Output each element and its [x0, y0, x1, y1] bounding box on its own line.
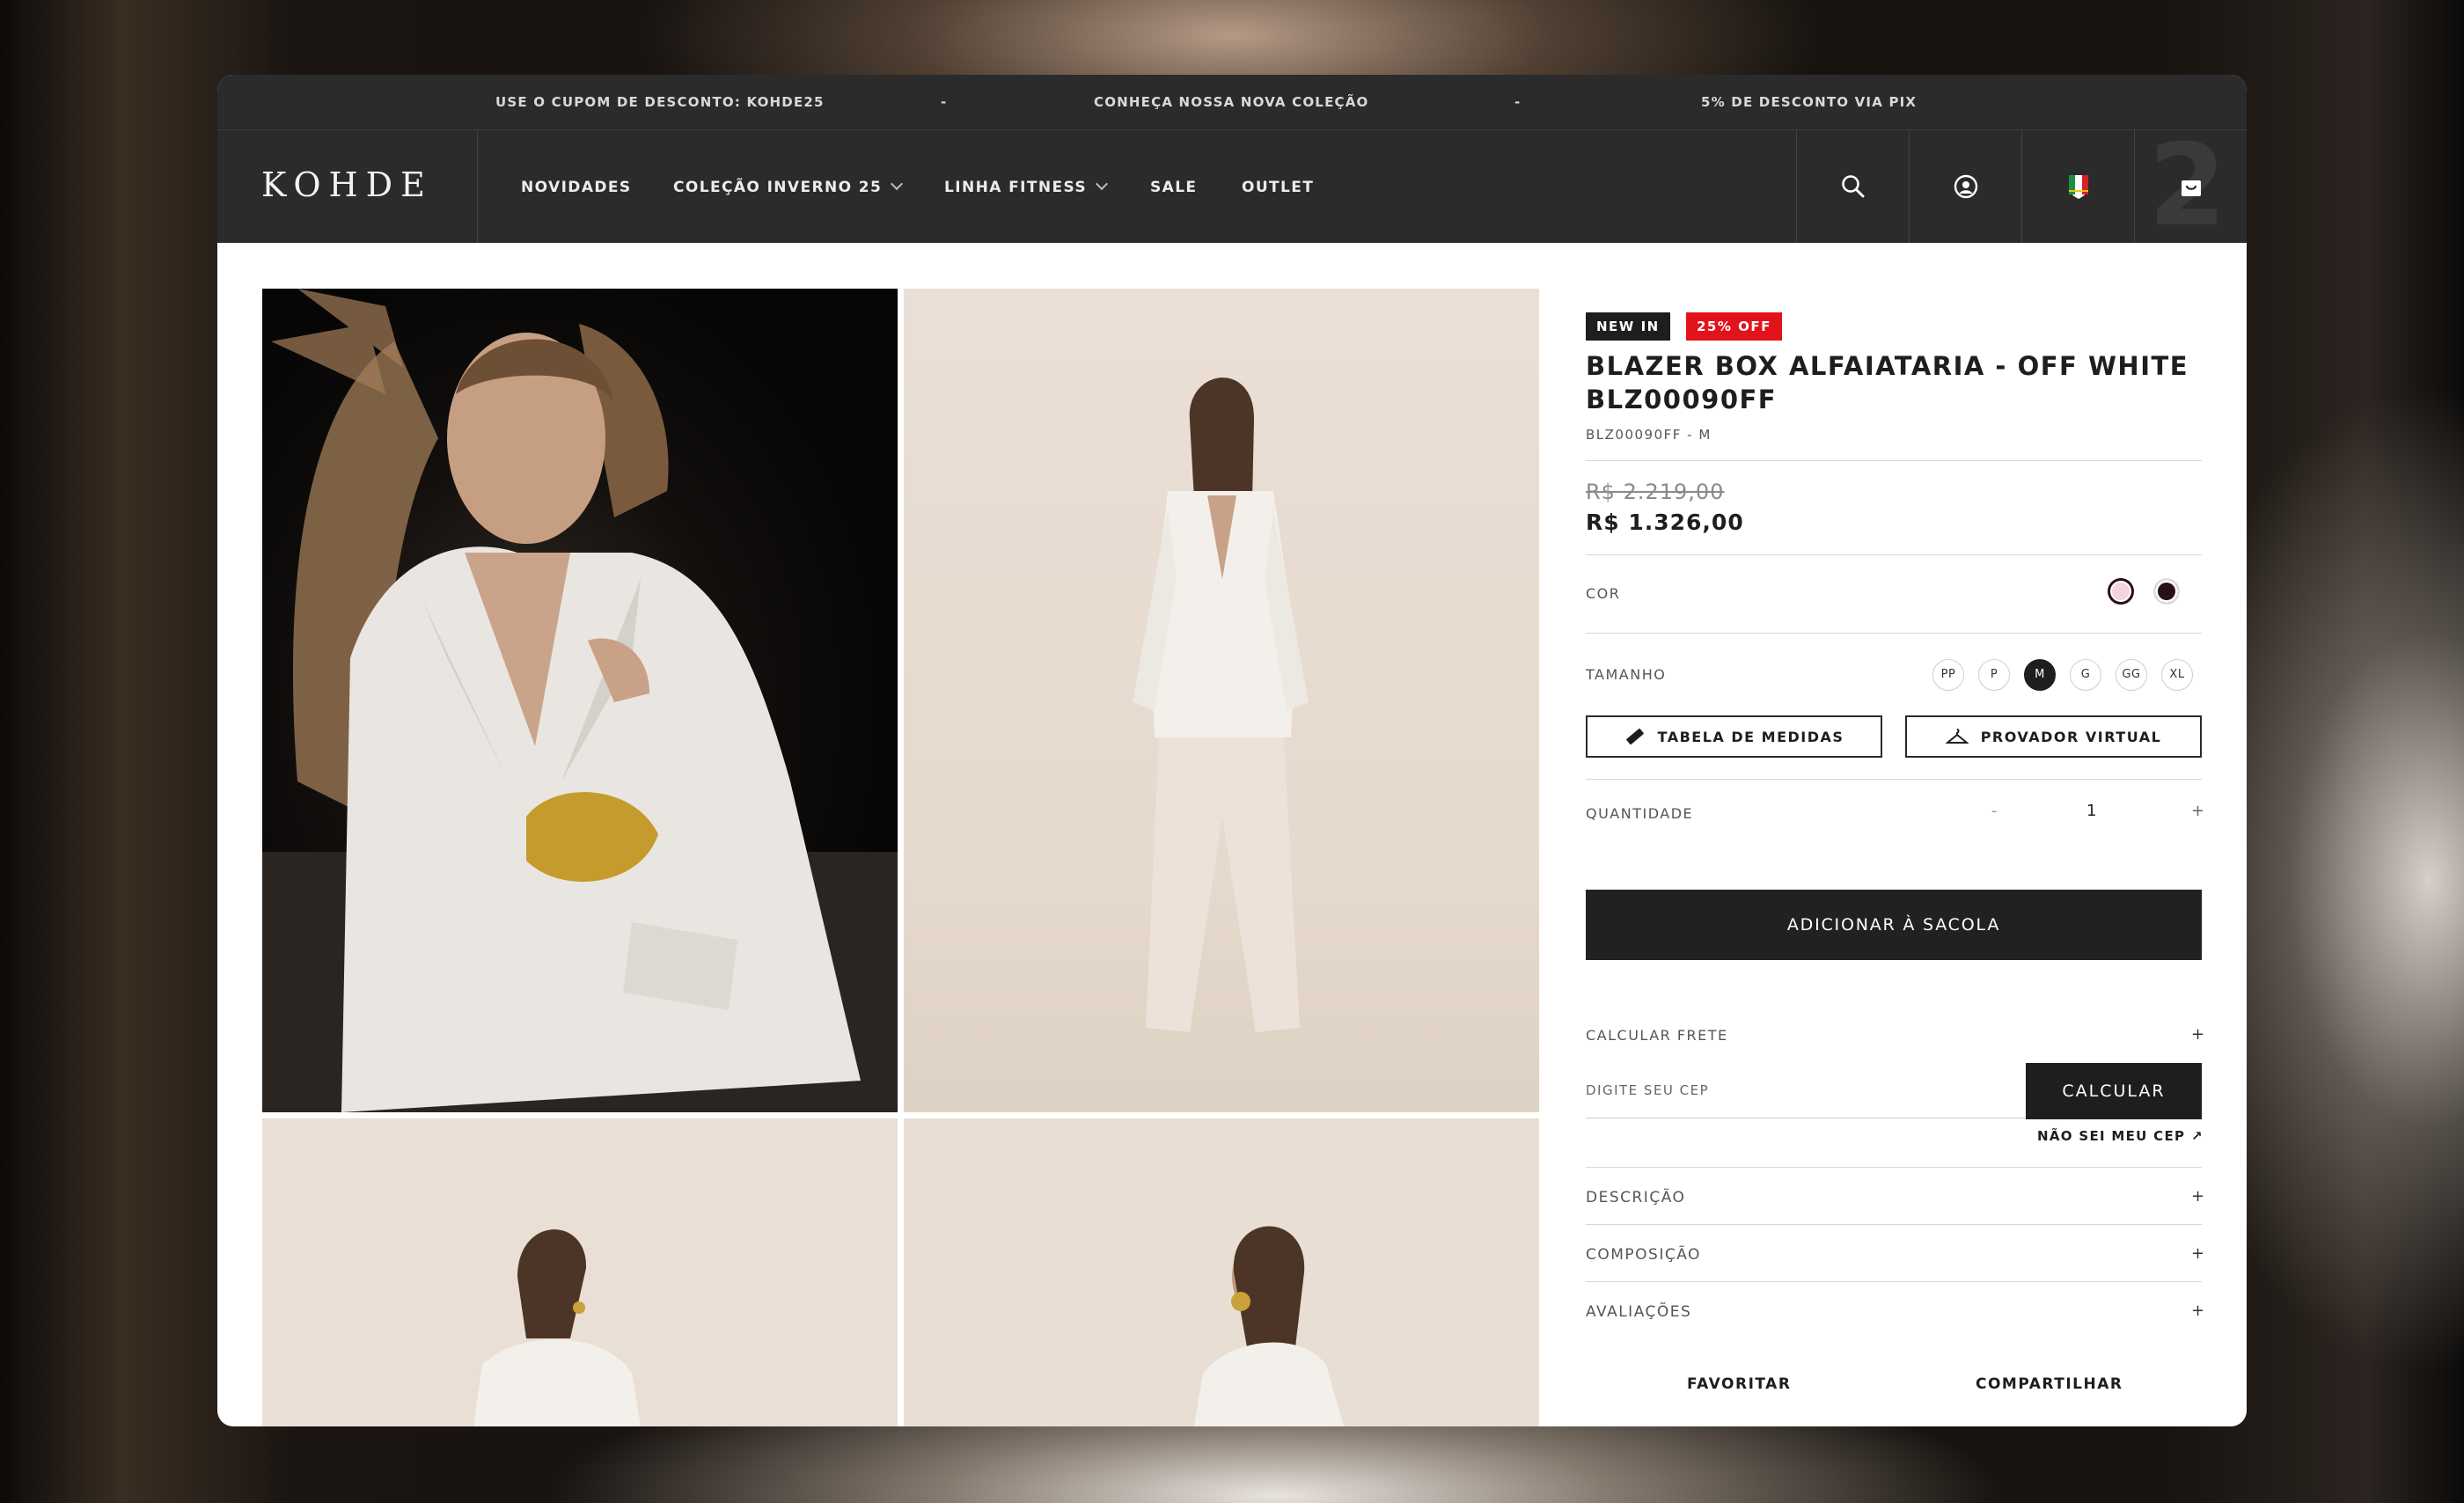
model-photo-illustration: [473, 1229, 641, 1426]
accordion-label: COMPOSIÇÃO: [1586, 1246, 1701, 1264]
virtual-fitting-label: PROVADOR VIRTUAL: [1980, 728, 2162, 745]
promo-message-collection: CONHEÇA NOSSA NOVA COLEÇÃO: [1094, 94, 1369, 110]
divider: [1586, 554, 2202, 555]
nav-colecao-inverno[interactable]: COLEÇÃO INVERNO 25: [673, 177, 904, 196]
model-photo-illustration: [1133, 378, 1309, 1032]
promo-message-pix: 5% DE DESCONTO VIA PIX: [1701, 94, 1918, 110]
product-title: BLAZER BOX ALFAIATARIA - OFF WHITE BLZ00…: [1586, 351, 2189, 414]
size-chart-label: TABELA DE MEDIDAS: [1657, 728, 1844, 745]
cep-help-link[interactable]: NÃO SEI MEU CEP ↗: [2037, 1128, 2204, 1144]
price-current: R$ 1.326,00: [1586, 510, 1744, 535]
quantity-value[interactable]: 1: [2086, 802, 2096, 820]
nav-linha-fitness-label: LINHA FITNESS: [944, 179, 1087, 196]
size-option-m-selected[interactable]: M: [2024, 659, 2056, 691]
bag-button[interactable]: [2135, 130, 2247, 243]
promo-message-coupon: USE O CUPOM DE DESCONTO: KOHDE25: [495, 94, 825, 110]
calculate-shipping-button[interactable]: CALCULAR: [2026, 1063, 2202, 1119]
nav-colecao-inverno-label: COLEÇÃO INVERNO 25: [673, 179, 883, 196]
favorite-button[interactable]: FAVORITAR: [1687, 1375, 1791, 1393]
model-photo-illustration: [1194, 1226, 1344, 1426]
promo-separator: -: [941, 94, 948, 110]
promo-separator: -: [1514, 94, 1522, 110]
cep-help-label: NÃO SEI MEU CEP: [2037, 1128, 2186, 1144]
nav-linha-fitness[interactable]: LINHA FITNESS: [944, 177, 1109, 196]
search-icon: [1841, 175, 1864, 198]
discount-badge: 25% OFF: [1686, 312, 1782, 341]
accordion-label: DESCRIÇÃO: [1586, 1189, 1686, 1206]
color-swatch-pink[interactable]: [2108, 578, 2134, 605]
product-photo-full-body[interactable]: [904, 289, 1539, 1112]
new-in-badge: NEW IN: [1586, 312, 1670, 341]
accordion-composicao[interactable]: COMPOSIÇÃO +: [1586, 1224, 2205, 1281]
search-button[interactable]: [1797, 130, 1909, 243]
size-option-pp[interactable]: PP: [1932, 659, 1964, 691]
size-option-p[interactable]: P: [1978, 659, 2010, 691]
chevron-down-icon: [891, 177, 904, 191]
quantity-increase-button[interactable]: +: [2191, 802, 2204, 820]
shipping-expand-icon[interactable]: +: [2191, 1025, 2204, 1044]
divider: [1586, 779, 2202, 780]
accordion-descricao[interactable]: DESCRIÇÃO +: [1586, 1167, 2205, 1224]
size-option-g[interactable]: G: [2070, 659, 2101, 691]
plus-icon: +: [2191, 1187, 2205, 1206]
browser-window: USE O CUPOM DE DESCONTO: KOHDE25 - CONHE…: [217, 75, 2247, 1426]
product-sku: BLZ00090FF - M: [1586, 427, 1712, 443]
model-photo-illustration: [262, 289, 898, 1112]
virtual-fitting-button[interactable]: PROVADOR VIRTUAL: [1905, 715, 2202, 758]
product-photo-main[interactable]: [262, 289, 898, 1112]
share-button[interactable]: COMPARTILHAR: [1976, 1375, 2123, 1393]
quantity-label: QUANTIDADE: [1586, 805, 1694, 822]
size-chart-button[interactable]: TABELA DE MEDIDAS: [1586, 715, 1882, 758]
promo-bar: USE O CUPOM DE DESCONTO: KOHDE25 - CONHE…: [217, 75, 2247, 130]
ruler-icon: [1625, 728, 1644, 745]
divider: [1586, 633, 2202, 634]
product-photo-back[interactable]: [904, 1118, 1539, 1426]
plus-icon: +: [2191, 1301, 2205, 1320]
color-swatch-dark[interactable]: [2153, 578, 2180, 605]
product-photo-side[interactable]: [262, 1118, 898, 1426]
nav-novidades[interactable]: NOVIDADES: [521, 179, 632, 196]
price-old: R$ 2.219,00: [1586, 480, 1725, 504]
size-label: TAMANHO: [1586, 666, 1667, 683]
accordion-avaliacoes[interactable]: AVALIAÇÕES +: [1586, 1281, 2205, 1338]
cep-placeholder: DIGITE SEU CEP: [1586, 1082, 1710, 1098]
external-link-icon: ↗: [2190, 1128, 2204, 1144]
shipping-label: CALCULAR FRETE: [1586, 1027, 1728, 1044]
quantity-decrease-button[interactable]: -: [1991, 802, 1998, 820]
account-icon: [1954, 174, 1977, 199]
main-header: KOHDE NOVIDADES COLEÇÃO INVERNO 25 LINHA…: [217, 130, 2247, 243]
nav-sale[interactable]: SALE: [1150, 179, 1197, 196]
add-to-bag-button[interactable]: ADICIONAR À SACOLA: [1586, 890, 2202, 960]
size-option-xl[interactable]: XL: [2161, 659, 2193, 691]
nav-divider: [477, 130, 478, 243]
logo[interactable]: KOHDE: [261, 165, 433, 204]
color-label: COR: [1586, 585, 1621, 602]
cep-input[interactable]: DIGITE SEU CEP: [1586, 1063, 2026, 1118]
hanger-icon: [1945, 729, 1969, 744]
flag-icon: [2068, 175, 2088, 199]
language-button[interactable]: [2022, 130, 2134, 243]
nav-outlet[interactable]: OUTLET: [1242, 179, 1314, 196]
accordion-label: AVALIAÇÕES: [1586, 1303, 1692, 1321]
chevron-down-icon: [1095, 177, 1109, 191]
divider: [1586, 460, 2202, 461]
size-option-gg[interactable]: GG: [2116, 659, 2147, 691]
bag-icon: [2181, 180, 2201, 196]
plus-icon: +: [2191, 1244, 2205, 1263]
account-button[interactable]: [1910, 130, 2021, 243]
